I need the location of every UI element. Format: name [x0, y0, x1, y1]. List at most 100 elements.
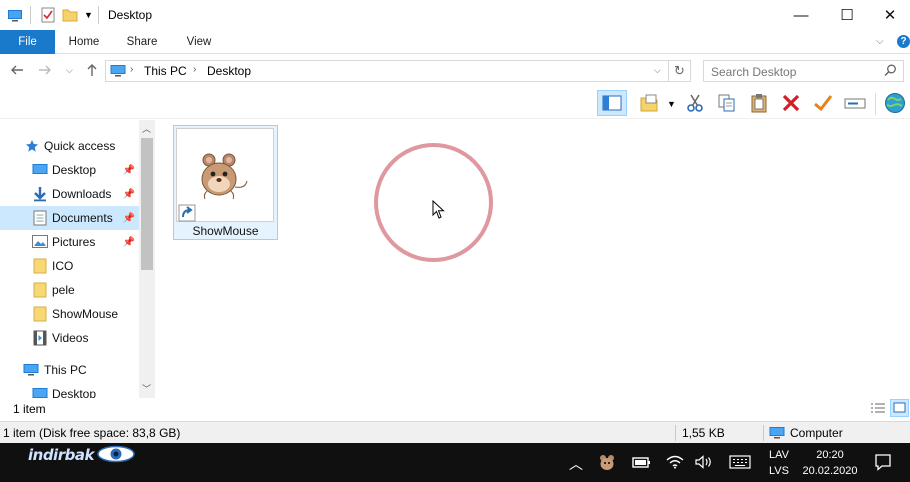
explorer-app-icon[interactable]	[7, 7, 23, 23]
close-icon: ✕	[883, 7, 897, 24]
document-icon	[33, 210, 49, 226]
preview-pane-button[interactable]	[597, 90, 627, 116]
taskbar: indirbak ︿ LAV LVS 20:20 20.02.2020	[0, 443, 910, 482]
properties-button[interactable]	[882, 90, 908, 116]
tab-view[interactable]: View	[176, 30, 222, 54]
download-icon	[32, 186, 48, 202]
breadcrumb-desktop[interactable]: Desktop	[207, 64, 251, 78]
sidebar-item-desktop-pc[interactable]: Desktop	[0, 382, 139, 398]
ribbon-tabs: File Home Share View ⌵ ?	[0, 30, 910, 54]
breadcrumb-chevron-icon: ›	[130, 64, 134, 75]
pictures-icon	[32, 235, 48, 249]
keyboard-icon[interactable]	[729, 455, 751, 472]
toolbar-separator	[875, 93, 876, 115]
sidebar-item-this-pc[interactable]: This PC	[0, 358, 139, 382]
wifi-icon[interactable]	[666, 455, 684, 472]
recent-locations-icon[interactable]: ⌵	[66, 65, 73, 76]
help-icon[interactable]: ?	[897, 35, 910, 48]
minimize-button[interactable]: —	[778, 0, 824, 30]
copy-button[interactable]	[714, 90, 740, 116]
brand-logo: indirbak	[28, 445, 135, 465]
sidebar-item-ico[interactable]: ICO	[0, 254, 139, 278]
scroll-down-icon[interactable]: ﹀	[142, 382, 151, 395]
sidebar-item-pictures[interactable]: Pictures 📌	[0, 230, 139, 254]
showmouse-tray-icon[interactable]	[598, 453, 616, 474]
sidebar-item-documents[interactable]: Documents 📌	[0, 206, 139, 230]
tab-share[interactable]: Share	[118, 30, 166, 54]
language-primary: LAV	[769, 449, 789, 461]
folder-icon	[33, 282, 49, 298]
desktop-icon	[32, 387, 48, 398]
layout-dropdown-icon[interactable]: ▼	[667, 99, 676, 109]
volume-icon[interactable]	[695, 455, 713, 472]
computer-icon	[769, 426, 785, 443]
tab-file[interactable]: File	[0, 30, 55, 54]
scrollbar-thumb[interactable]	[141, 138, 153, 270]
sidebar-item-quick-access[interactable]: Quick access	[0, 134, 139, 158]
item-count: 1 item	[13, 402, 46, 416]
delete-button[interactable]	[778, 90, 804, 116]
clock[interactable]: 20:20 20.02.2020	[800, 447, 860, 479]
battery-icon[interactable]	[632, 455, 652, 472]
sidebar-item-videos[interactable]: Videos	[0, 326, 139, 350]
search-icon	[884, 64, 897, 80]
zone-label: Computer	[790, 426, 843, 440]
refresh-icon: ↻	[674, 63, 685, 78]
cut-button[interactable]	[682, 90, 708, 116]
mouse-pointer-icon	[432, 199, 446, 223]
large-icons-view-button[interactable]	[890, 399, 909, 417]
folder-icon	[33, 306, 49, 322]
sidebar-item-label: pele	[52, 283, 75, 297]
navigation-pane: Quick access Desktop 📌 Downloads 📌 Docum…	[0, 120, 155, 398]
file-name-label: ShowMouse	[192, 224, 259, 238]
search-input-placeholder: Search Desktop	[711, 65, 797, 79]
layout-button[interactable]	[636, 90, 662, 116]
back-arrow-icon[interactable]	[10, 63, 24, 80]
file-thumbnail	[176, 128, 274, 222]
folder-icon	[33, 258, 49, 274]
pin-icon: 📌	[122, 212, 135, 224]
properties-icon[interactable]	[40, 7, 56, 23]
sidebar-item-label: Desktop	[52, 163, 97, 177]
explorer-status-bar: 1 item	[0, 398, 910, 420]
disk-free-space: 1 item (Disk free space: 83,8 GB)	[3, 426, 181, 440]
sidebar-item-label: Desktop	[52, 387, 97, 398]
sidebar-item-downloads[interactable]: Downloads 📌	[0, 182, 139, 206]
address-dropdown-icon[interactable]: ⌵	[654, 65, 661, 76]
breadcrumb-this-pc[interactable]: This PC	[144, 64, 187, 78]
close-button[interactable]: ✕	[870, 0, 910, 30]
toolbar: ▼	[0, 87, 910, 119]
video-icon	[33, 330, 49, 346]
language-indicator[interactable]: LAV LVS	[769, 447, 789, 479]
up-arrow-icon[interactable]	[85, 63, 99, 80]
pin-icon: 📌	[122, 236, 135, 248]
action-center-icon[interactable]	[874, 453, 892, 474]
search-field[interactable]: Search Desktop	[703, 60, 904, 82]
sidebar-item-desktop[interactable]: Desktop 📌	[0, 158, 139, 182]
clock-time: 20:20	[816, 449, 844, 461]
forward-arrow-icon[interactable]	[38, 63, 52, 80]
show-hidden-icons-icon[interactable]: ︿	[569, 454, 583, 474]
minimize-icon: —	[793, 6, 809, 24]
new-folder-icon[interactable]	[62, 7, 78, 23]
titlebar-separator	[98, 6, 99, 24]
title-bar: ▼ Desktop — ☐ ✕	[0, 0, 910, 30]
maximize-button[interactable]: ☐	[824, 0, 870, 30]
rename-button[interactable]	[842, 90, 868, 116]
expand-ribbon-icon[interactable]: ⌵	[876, 36, 884, 47]
eye-logo-icon	[97, 445, 135, 466]
sidebar-item-pele[interactable]: pele	[0, 278, 139, 302]
pin-icon: 📌	[122, 188, 135, 200]
sidebar-item-showmouse[interactable]: ShowMouse	[0, 302, 139, 326]
address-bar[interactable]: › This PC › Desktop ⌵	[105, 60, 669, 82]
this-pc-icon	[110, 64, 126, 81]
layout-icon	[640, 94, 658, 112]
paste-button[interactable]	[746, 90, 772, 116]
details-view-button[interactable]	[870, 401, 886, 415]
scroll-up-icon[interactable]: ︿	[142, 122, 151, 135]
select-button[interactable]	[810, 90, 836, 116]
status-separator	[763, 425, 764, 441]
refresh-button[interactable]: ↻	[669, 60, 691, 82]
tab-home[interactable]: Home	[58, 30, 110, 54]
scissors-icon	[687, 94, 703, 112]
